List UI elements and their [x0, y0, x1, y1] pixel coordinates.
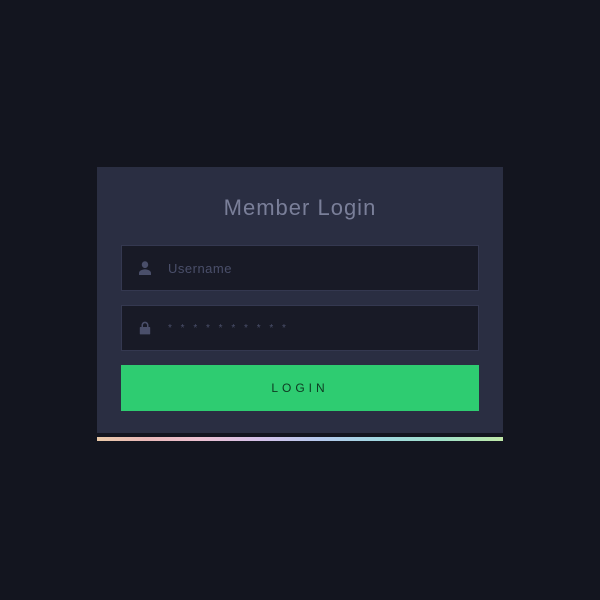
login-title: Member Login [121, 195, 479, 221]
lock-icon [136, 321, 154, 335]
user-icon [136, 261, 154, 275]
password-value: * * * * * * * * * * [168, 323, 289, 334]
accent-strip [97, 437, 503, 441]
login-button-label: LOGIN [271, 381, 328, 395]
login-card: Member Login Username * * * * * * * * * … [97, 167, 503, 433]
login-button[interactable]: LOGIN [121, 365, 479, 411]
username-placeholder: Username [168, 261, 232, 276]
username-field[interactable]: Username [121, 245, 479, 291]
password-field[interactable]: * * * * * * * * * * [121, 305, 479, 351]
